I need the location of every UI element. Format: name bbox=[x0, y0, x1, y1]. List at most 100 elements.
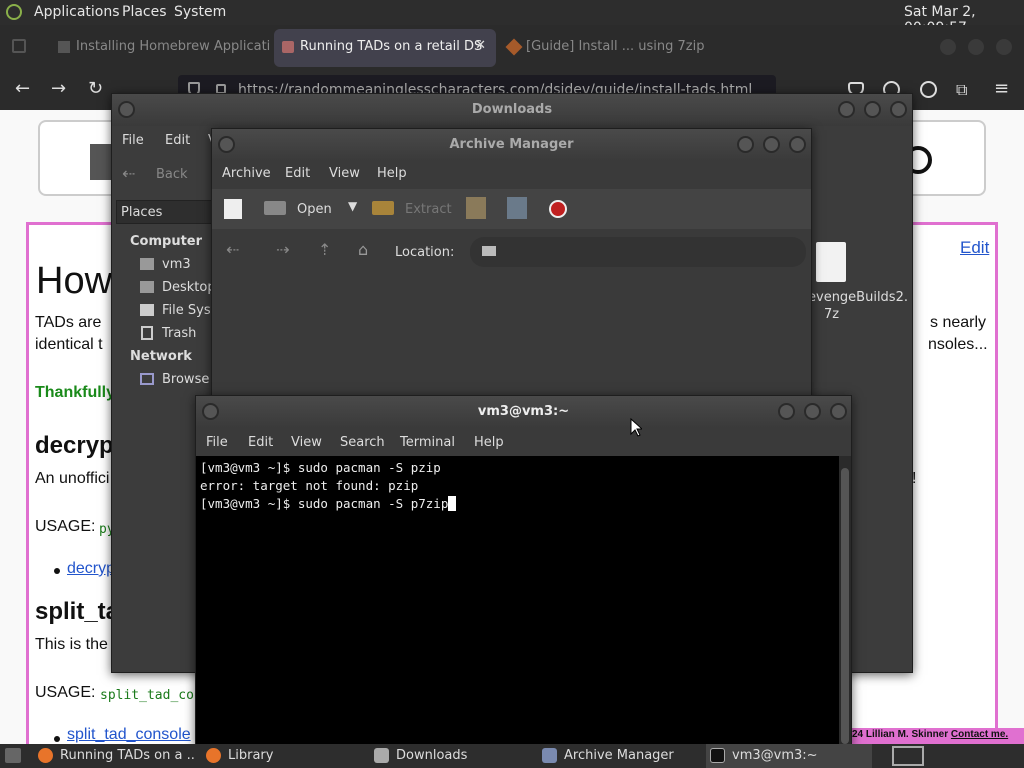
downloads-titlebar[interactable]: Downloads bbox=[112, 94, 912, 126]
menu-edit[interactable]: Edit bbox=[165, 133, 190, 148]
footer-credit: 24 Lillian M. Skinner bbox=[852, 729, 949, 740]
menu-search[interactable]: Search bbox=[340, 435, 385, 450]
edit-link[interactable]: Edit bbox=[960, 238, 989, 258]
home-folder-icon bbox=[140, 258, 154, 270]
minimize-window-icon[interactable] bbox=[940, 39, 956, 55]
browser-tab-bar: Installing Homebrew Applications Running… bbox=[0, 25, 1024, 70]
new-archive-icon[interactable] bbox=[224, 199, 242, 219]
terminal-screen[interactable]: [vm3@vm3 ~]$ sudo pacman -S pzip error: … bbox=[196, 456, 839, 746]
extensions-icon[interactable]: ⧉ bbox=[956, 80, 967, 100]
taskbar-label: vm3@vm3:~ bbox=[732, 748, 818, 763]
maximize-icon[interactable] bbox=[804, 403, 821, 420]
close-icon[interactable] bbox=[789, 136, 806, 153]
download-link[interactable]: decryp bbox=[67, 560, 115, 578]
places-selector[interactable]: Places bbox=[116, 200, 212, 224]
terminal-command: [vm3@vm3 ~]$ sudo pacman -S p7zip bbox=[200, 496, 449, 511]
intro-text-right: s nearly bbox=[930, 314, 987, 331]
browser-tab[interactable]: Installing Homebrew Applications bbox=[50, 29, 270, 67]
page-footer: 24 Lillian M. Skinner Contact me. bbox=[848, 728, 1024, 744]
taskbar-label: Running TADs on a ... bbox=[60, 748, 196, 763]
archive-titlebar[interactable]: Archive Manager bbox=[212, 129, 811, 161]
sidebar-item-filesystem[interactable]: File Syst bbox=[140, 302, 220, 322]
back-arrow-icon[interactable]: ← bbox=[15, 78, 30, 99]
tab-favicon-icon bbox=[505, 38, 523, 56]
file-item[interactable]: evengeBuilds2. 7z bbox=[808, 242, 908, 322]
back-arrow-icon[interactable]: ⇠ bbox=[226, 240, 239, 259]
taskbar: Running TADs on a ... Library Downloads … bbox=[0, 744, 1024, 768]
taskbar-item-firefox[interactable]: Running TADs on a ... bbox=[34, 744, 196, 768]
menu-terminal[interactable]: Terminal bbox=[400, 435, 455, 450]
menu-edit[interactable]: Edit bbox=[248, 435, 273, 450]
system-menu[interactable]: System bbox=[174, 4, 226, 20]
open-label: Open bbox=[297, 202, 332, 217]
menu-view[interactable]: View bbox=[291, 435, 322, 450]
workspace-switcher-icon[interactable] bbox=[892, 746, 924, 766]
minimize-icon[interactable] bbox=[778, 403, 795, 420]
scrollbar-thumb[interactable] bbox=[841, 468, 849, 744]
taskbar-item-downloads[interactable]: Downloads bbox=[370, 744, 534, 768]
taskbar-item-archive-manager[interactable]: Archive Manager bbox=[538, 744, 702, 768]
applications-menu[interactable]: Applications bbox=[34, 4, 120, 20]
chevron-down-icon[interactable]: ▼ bbox=[348, 199, 357, 213]
close-icon[interactable] bbox=[890, 101, 907, 118]
menu-file[interactable]: File bbox=[122, 133, 144, 148]
home-icon[interactable]: ⌂ bbox=[358, 240, 368, 259]
taskbar-item-library[interactable]: Library bbox=[202, 744, 362, 768]
bullet bbox=[54, 568, 60, 574]
sidebar-item-browse-network[interactable]: Browse bbox=[140, 371, 220, 391]
sidebar-item-vm3[interactable]: vm3 bbox=[140, 256, 220, 276]
menu-icon[interactable]: ≡ bbox=[994, 78, 1009, 99]
section-text: This is the bbox=[35, 636, 108, 653]
menu-edit[interactable]: Edit bbox=[285, 166, 310, 181]
browser-tab-active[interactable]: Running TADs on a retail DS ✕ bbox=[274, 29, 496, 67]
maximize-icon[interactable] bbox=[763, 136, 780, 153]
firefox-view-icon[interactable] bbox=[12, 39, 26, 53]
terminal-window: vm3@vm3:~ File Edit View Search Terminal… bbox=[195, 395, 852, 747]
window-menu-icon[interactable] bbox=[202, 403, 219, 420]
show-desktop-icon[interactable] bbox=[5, 748, 21, 763]
window-menu-icon[interactable] bbox=[118, 101, 135, 118]
window-menu-icon[interactable] bbox=[218, 136, 235, 153]
browser-tab[interactable]: [Guide] Install ... using 7zip bbox=[500, 29, 760, 67]
minimize-icon[interactable] bbox=[737, 136, 754, 153]
sidebar-item-trash[interactable]: Trash bbox=[140, 325, 220, 345]
taskbar-item-terminal-active[interactable]: vm3@vm3:~ bbox=[706, 744, 872, 768]
menu-view[interactable]: View bbox=[329, 166, 360, 181]
back-button[interactable]: ⇠ Back bbox=[122, 164, 212, 184]
menu-help[interactable]: Help bbox=[474, 435, 504, 450]
contact-link[interactable]: Contact me. bbox=[951, 729, 1008, 740]
menu-archive[interactable]: Archive bbox=[222, 166, 271, 181]
maximize-window-icon[interactable] bbox=[968, 39, 984, 55]
archive-manager-window: Archive Manager Archive Edit View Help O… bbox=[211, 128, 812, 408]
close-icon[interactable] bbox=[830, 403, 847, 420]
places-menu[interactable]: Places bbox=[122, 4, 167, 20]
distro-logo-icon[interactable] bbox=[6, 4, 22, 20]
maximize-icon[interactable] bbox=[864, 101, 881, 118]
open-button[interactable]: Open ▼ bbox=[264, 197, 364, 221]
reload-icon[interactable]: ↻ bbox=[88, 78, 103, 99]
forward-arrow-icon[interactable]: → bbox=[51, 78, 66, 99]
extract-button[interactable]: Extract bbox=[372, 197, 452, 221]
archive-menubar: Archive Edit View Help bbox=[212, 159, 811, 189]
tab-label: Running TADs on a retail DS bbox=[300, 39, 483, 54]
terminal-titlebar[interactable]: vm3@vm3:~ bbox=[196, 396, 851, 428]
sidebar-item-desktop[interactable]: Desktop bbox=[140, 279, 220, 299]
download-link[interactable]: split_tad_console bbox=[67, 726, 191, 744]
stop-icon[interactable] bbox=[549, 200, 567, 218]
add-folder-icon[interactable] bbox=[507, 197, 527, 219]
note-text: Thankfully bbox=[35, 384, 116, 401]
up-arrow-icon[interactable]: ⇡ bbox=[318, 240, 331, 259]
add-files-icon[interactable] bbox=[466, 197, 486, 219]
forward-arrow-icon[interactable]: ⇢ bbox=[276, 240, 289, 259]
account-icon[interactable] bbox=[920, 81, 937, 98]
tab-close-icon[interactable]: ✕ bbox=[475, 38, 486, 53]
close-window-icon[interactable] bbox=[996, 39, 1012, 55]
location-field[interactable] bbox=[470, 237, 806, 267]
menu-file[interactable]: File bbox=[206, 435, 228, 450]
terminal-scrollbar[interactable] bbox=[839, 456, 851, 746]
extract-icon bbox=[372, 201, 394, 215]
minimize-icon[interactable] bbox=[838, 101, 855, 118]
menu-help[interactable]: Help bbox=[377, 166, 407, 181]
usage-label: USAGE: bbox=[35, 518, 96, 535]
back-label: Back bbox=[156, 167, 188, 182]
